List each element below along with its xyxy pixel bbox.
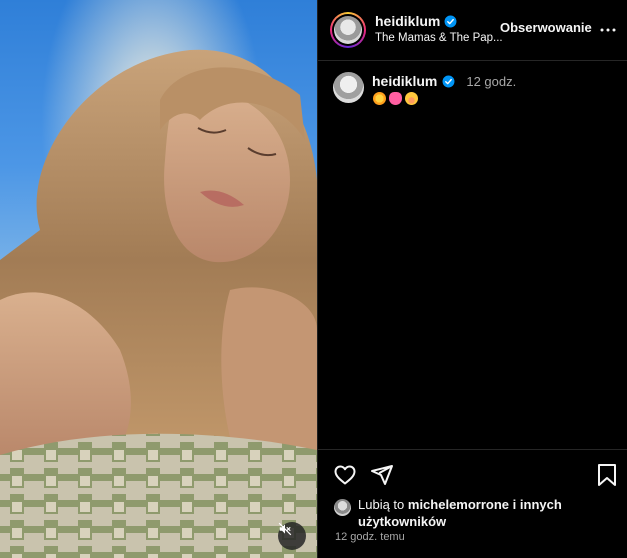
audio-muted-icon	[278, 522, 292, 536]
post-actions: Lubią to michelemorrone i innych użytkow…	[318, 449, 627, 558]
mute-button[interactable]	[278, 522, 306, 550]
caption-avatar[interactable]	[333, 72, 364, 103]
post-photo	[0, 0, 317, 558]
avatar[interactable]	[334, 16, 362, 44]
caption-time[interactable]: 12 godz.	[466, 74, 516, 89]
story-ring[interactable]	[330, 12, 366, 48]
likes-connector: i	[512, 497, 517, 512]
likes-prefix: Lubią to	[358, 497, 405, 512]
first-liker-link[interactable]: michelemorrone	[408, 497, 509, 512]
smiling-face-emoji-icon	[405, 92, 418, 105]
bookmark-icon[interactable]	[597, 463, 617, 487]
sun-emoji-icon	[373, 92, 386, 105]
verified-badge-icon	[442, 75, 455, 87]
liker-avatar[interactable]	[334, 499, 351, 516]
verified-badge-icon	[444, 15, 457, 27]
cat-face-emoji-icon	[389, 92, 402, 105]
more-options-icon[interactable]	[599, 22, 617, 38]
heart-icon[interactable]	[333, 463, 357, 487]
caption-username-link[interactable]: heidiklum	[372, 73, 437, 89]
share-icon[interactable]	[370, 463, 394, 487]
username-link[interactable]: heidiklum	[375, 13, 440, 29]
following-button[interactable]: Obserwowanie	[500, 20, 592, 35]
post-media[interactable]	[0, 0, 317, 558]
post-panel: heidiklum The Mamas & The Pap... Obserwo…	[317, 0, 627, 558]
post-timestamp[interactable]: 12 godz. temu	[335, 531, 405, 543]
post-header: heidiklum The Mamas & The Pap... Obserwo…	[318, 0, 627, 61]
caption-text	[373, 92, 418, 105]
